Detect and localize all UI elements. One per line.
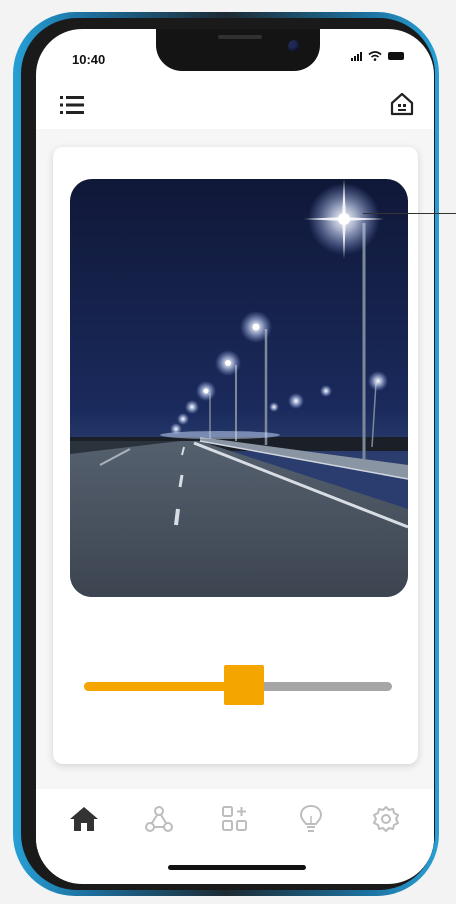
add-device-icon — [221, 806, 247, 831]
app-screen: 10:40 — [36, 29, 434, 884]
bottom-navigation — [36, 789, 434, 849]
status-icons — [351, 51, 404, 61]
streetlight-photo — [70, 179, 408, 597]
settings-icon — [373, 806, 400, 832]
front-camera — [288, 40, 300, 52]
slider-fill — [84, 682, 245, 691]
app-header — [36, 87, 434, 131]
brightness-slider[interactable] — [84, 665, 392, 709]
nav-lights[interactable] — [291, 799, 331, 839]
nav-settings[interactable] — [366, 799, 406, 839]
slider-thumb[interactable] — [224, 665, 265, 705]
network-nodes-icon — [145, 806, 174, 832]
battery-icon — [388, 52, 404, 60]
smart-home-icon[interactable] — [389, 91, 415, 117]
nav-network[interactable] — [139, 799, 179, 839]
lightbulb-icon — [299, 804, 322, 832]
hamburger-menu-icon[interactable] — [59, 93, 85, 117]
cellular-signal-icon — [351, 51, 362, 61]
callout-line — [363, 213, 456, 214]
wifi-icon — [368, 51, 382, 61]
status-time: 10:40 — [72, 52, 106, 67]
home-icon — [69, 807, 98, 831]
nav-home[interactable] — [64, 799, 104, 839]
phone-notch — [156, 29, 320, 71]
home-indicator-bar[interactable] — [168, 865, 306, 870]
nav-add-device[interactable] — [215, 799, 255, 839]
earpiece-speaker — [218, 35, 262, 39]
